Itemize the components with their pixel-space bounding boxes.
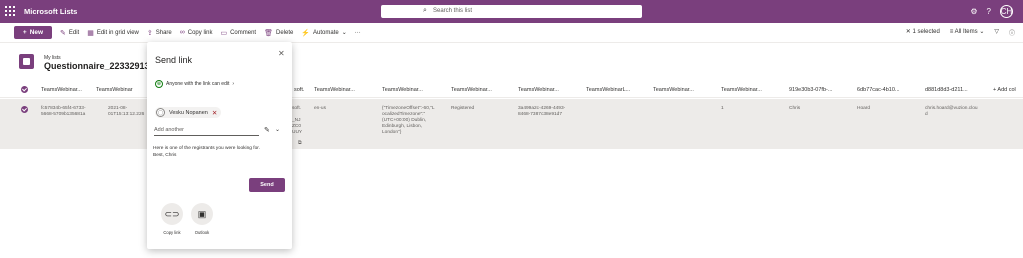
help-icon[interactable]: ? — [987, 7, 991, 16]
profile-avatar[interactable]: CH — [1000, 5, 1013, 18]
more-button[interactable]: ··· — [355, 30, 361, 36]
link-icon: ∞ — [179, 29, 185, 36]
dialog-title: Send link — [155, 55, 193, 65]
share-label: Share — [155, 29, 172, 36]
flow-icon: ⚡ — [301, 29, 311, 37]
table-cell: fc57834b-65f4-6733- 5668-5709b135681a — [41, 106, 86, 117]
column-header[interactable]: TeamsWebinar... — [451, 87, 492, 93]
outlook-option[interactable]: ▣ Outlook — [191, 203, 213, 235]
send-link-dialog: Send link ✕ ⊕ Anyone with the link can e… — [147, 42, 292, 249]
filter-icon[interactable]: ▽ — [994, 28, 999, 37]
column-header[interactable]: TeamsWebinar... — [518, 87, 559, 93]
message-field[interactable]: Here is one of the registrants you were … — [153, 145, 283, 171]
column-header[interactable]: TeamsWebinar... — [721, 87, 762, 93]
column-header[interactable]: soft. — [294, 87, 304, 93]
command-bar: + New ✎ Edit ▦ Edit in grid view ⇪ Share ∞ C… — [0, 23, 1023, 43]
info-icon[interactable]: ⓘ — [1009, 28, 1015, 37]
recipient-chip[interactable]: ◯ Vesku Nopanen ✕ — [155, 107, 222, 118]
recipient-name: Vesku Nopanen — [169, 109, 208, 116]
table-cell: Chris — [789, 106, 801, 111]
table-cell: 1 — [721, 106, 724, 111]
suite-bar: Microsoft Lists ⌕ Search this list ⚙ ? C… — [0, 0, 1023, 23]
edit-label: Edit — [68, 29, 80, 36]
table-cell: 3a499a2c-4269-4493- 8468-7387c38e91d7 — [518, 106, 566, 117]
view-name: All Items — [954, 29, 978, 35]
new-button-label: New — [29, 29, 44, 36]
table-cell: en-us — [314, 106, 326, 111]
edit-button[interactable]: ✎ Edit — [60, 29, 79, 37]
trash-icon: 🗑 — [264, 29, 273, 37]
edit-grid-button[interactable]: ▦ Edit in grid view — [87, 29, 139, 37]
chevron-down-icon: ⌄ — [341, 30, 347, 36]
copy-link-option-label: Copy link — [163, 230, 181, 235]
settings-icon[interactable]: ⚙ — [970, 7, 977, 16]
comment-button[interactable]: ▭ Comment — [220, 29, 256, 37]
link-icon: ⊂⊃ — [161, 203, 183, 225]
search-box[interactable]: ⌕ Search this list — [381, 5, 642, 18]
column-header[interactable]: TeamsWebinarL... — [586, 87, 630, 93]
chevron-right-icon: › — [232, 81, 235, 87]
column-header[interactable]: d881d8d3-d211... — [925, 87, 968, 93]
outlook-option-label: Outlook — [194, 230, 210, 235]
delete-button[interactable]: 🗑 Delete — [264, 29, 293, 37]
chevron-down-icon[interactable]: ⌄ — [275, 126, 280, 133]
suite-actions: ⚙ ? CH — [970, 5, 1013, 18]
grid-icon: ▦ — [87, 29, 94, 37]
globe-icon: ⊕ — [155, 80, 163, 88]
table-cell: Hoard — [857, 106, 871, 111]
table-cell: chris.hoard@vuzion.clou d — [925, 106, 978, 117]
list-icon — [19, 54, 34, 69]
select-all-checkbox[interactable] — [21, 86, 28, 93]
copy-link-option[interactable]: ⊂⊃ Copy link — [161, 203, 183, 235]
add-recipient-input[interactable] — [154, 125, 259, 136]
automate-label: Automate — [313, 29, 339, 36]
copy-link-button[interactable]: ∞ Copy link — [180, 29, 213, 36]
comment-label: Comment — [230, 29, 257, 36]
outlook-icon: ▣ — [191, 203, 213, 225]
table-cell: 2021-08- 01T15:13:12.226 — [108, 106, 145, 117]
view-switcher[interactable]: ≡ All Items ⌄ — [950, 28, 985, 37]
search-placeholder: Search this list — [433, 8, 473, 14]
close-icon[interactable]: ✕ — [278, 49, 285, 58]
row-checkbox[interactable] — [21, 106, 28, 113]
delete-label: Delete — [275, 29, 294, 36]
search-icon: ⌕ — [423, 7, 427, 14]
add-column-button[interactable]: + Add col — [993, 87, 1016, 93]
app-title[interactable]: Microsoft Lists — [24, 7, 77, 16]
command-bar-right: ✕ 1 selected ≡ All Items ⌄ ▽ ⓘ — [906, 28, 1015, 37]
table-cell: {"TimezoneOffset":-60,"L ocalizedTimezon… — [382, 106, 435, 135]
permission-text: Anyone with the link can edit — [166, 81, 230, 87]
table-cell: Registered — [451, 106, 475, 111]
pencil-icon[interactable]: ✎ — [264, 126, 270, 134]
table-cell: soft. _NJ ZC0 UUY — [292, 106, 303, 135]
new-button[interactable]: + New — [14, 26, 52, 39]
column-header[interactable]: 6db77cac-4b10... — [857, 87, 900, 93]
open-link-icon[interactable]: ⧉ — [298, 141, 301, 147]
clear-selection-button[interactable]: ✕ 1 selected — [906, 28, 940, 37]
link-settings-button[interactable]: ⊕ Anyone with the link can edit › — [155, 80, 234, 88]
send-button[interactable]: Send — [249, 178, 285, 192]
remove-recipient-icon[interactable]: ✕ — [212, 109, 217, 117]
column-header[interactable]: TeamsWebinar... — [382, 87, 423, 93]
person-icon: ◯ — [156, 108, 165, 117]
app-launcher-icon[interactable] — [5, 6, 15, 16]
copy-link-label: Copy link — [187, 29, 213, 36]
pencil-icon: ✎ — [60, 29, 66, 37]
column-header[interactable]: TeamsWebinar... — [314, 87, 355, 93]
column-header[interactable]: 919e30b3-07fb-... — [789, 87, 832, 93]
column-header[interactable]: TeamsWebinar... — [653, 87, 694, 93]
comment-icon: ▭ — [220, 29, 228, 37]
column-header[interactable]: TeamsWebinar — [96, 87, 133, 93]
share-button[interactable]: ⇪ Share — [147, 29, 172, 37]
selected-count: 1 selected — [912, 29, 940, 35]
share-icon: ⇪ — [146, 29, 153, 37]
column-header[interactable]: TeamsWebinar... — [41, 87, 82, 93]
plus-icon: + — [22, 29, 27, 36]
automate-button[interactable]: ⚡ Automate ⌄ — [301, 29, 346, 37]
edit-grid-label: Edit in grid view — [96, 29, 139, 36]
